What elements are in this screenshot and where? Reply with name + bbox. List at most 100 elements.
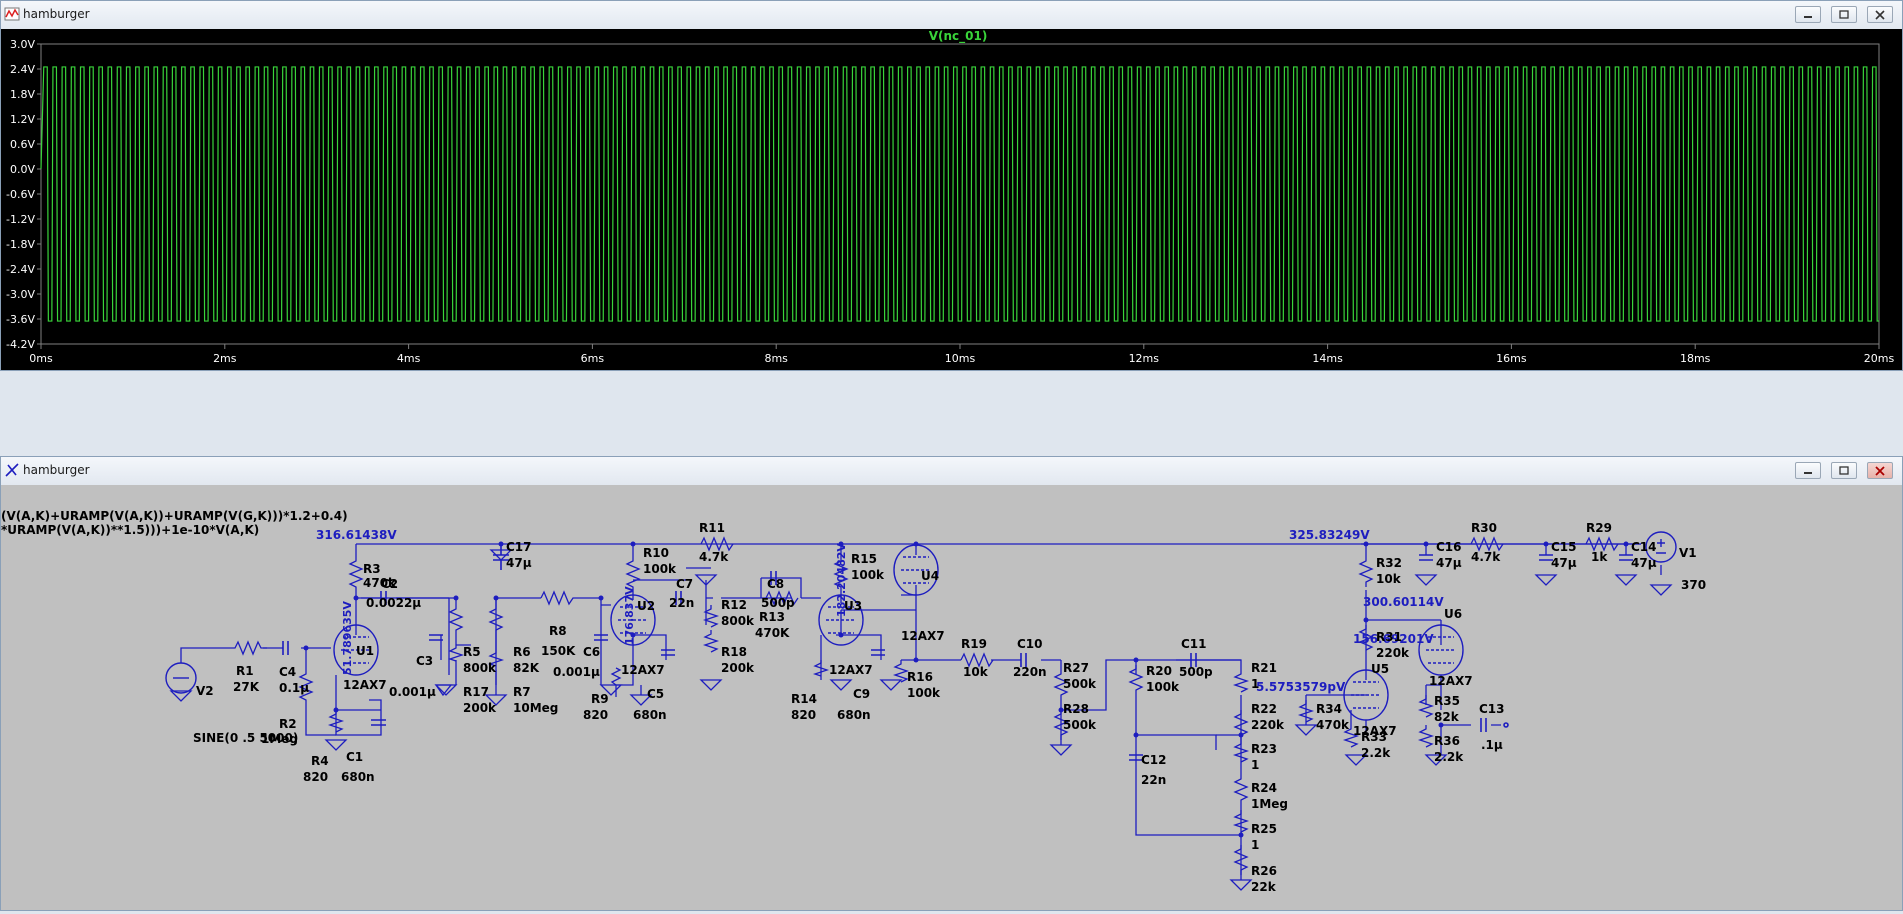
component-label-r4v[interactable]: 820 <box>303 770 328 784</box>
component-label-c4[interactable]: C4 <box>279 665 296 679</box>
component-label-c5[interactable]: C5 <box>647 687 664 701</box>
component-label-r28[interactable]: R28 <box>1063 702 1089 716</box>
component-label-c9v[interactable]: 680n <box>837 708 871 722</box>
component-label-c15v[interactable]: 47µ <box>1551 556 1577 570</box>
component-label-r33v[interactable]: 2.2k <box>1361 746 1391 760</box>
component-label-v2[interactable]: V2 <box>196 684 214 698</box>
component-label-r32v[interactable]: 10k <box>1376 572 1402 586</box>
component-label-r35v[interactable]: 82k <box>1434 710 1460 724</box>
schematic-titlebar[interactable]: hamburger <box>1 457 1902 486</box>
component-label-r14[interactable]: R14 <box>791 692 817 706</box>
component-label-r18v[interactable]: 200k <box>721 661 755 675</box>
component-label-r16[interactable]: R16 <box>907 670 933 684</box>
component-label-u4[interactable]: U4 <box>921 569 939 583</box>
component-label-c9[interactable]: C9 <box>853 687 870 701</box>
component-label-r7[interactable]: R7 <box>513 685 531 699</box>
component-label-r23[interactable]: R23 <box>1251 742 1277 756</box>
component-label-c13[interactable]: C13 <box>1479 702 1505 716</box>
component-label-c10v[interactable]: 220n <box>1013 665 1047 679</box>
component-label-v1v[interactable]: 370 <box>1681 578 1706 592</box>
component-label-r36[interactable]: R36 <box>1434 734 1460 748</box>
component-label-c2v[interactable]: 0.0022µ <box>366 596 421 610</box>
component-label-c13v[interactable]: .1µ <box>1481 738 1503 752</box>
component-label-r8[interactable]: R8 <box>549 624 567 638</box>
component-label-c16v[interactable]: 47µ <box>1436 556 1462 570</box>
component-label-r21[interactable]: R21 <box>1251 661 1277 675</box>
component-label-r10[interactable]: R10 <box>643 546 669 560</box>
component-label-c12v[interactable]: 22n <box>1141 773 1166 787</box>
component-label-r1v[interactable]: 27K <box>233 680 260 694</box>
component-label-c14[interactable]: C14 <box>1631 540 1657 554</box>
component-label-r27[interactable]: R27 <box>1063 661 1089 675</box>
component-label-r24[interactable]: R24 <box>1251 781 1277 795</box>
component-label-r14v[interactable]: 820 <box>791 708 816 722</box>
component-label-r3[interactable]: R3 <box>363 562 381 576</box>
component-label-r15v[interactable]: 100k <box>851 568 885 582</box>
plot-titlebar[interactable]: hamburger <box>1 1 1902 30</box>
trace-label[interactable]: V(nc_01) <box>929 29 988 44</box>
component-label-c1[interactable]: C1 <box>346 750 363 764</box>
component-label-c7v[interactable]: 22n <box>669 596 694 610</box>
component-label-r30v[interactable]: 4.7k <box>1471 550 1501 564</box>
component-label-r13v[interactable]: 470K <box>755 626 790 640</box>
component-label-r6[interactable]: R6 <box>513 645 531 659</box>
behavioral-directive-line2[interactable]: *URAMP(V(A,K))**1.5)))+1e-10*V(A,K) <box>1 523 259 537</box>
component-label-c3v[interactable]: 0.001µ <box>389 685 436 699</box>
component-label-r30[interactable]: R30 <box>1471 521 1497 535</box>
component-label-r18[interactable]: R18 <box>721 645 747 659</box>
component-label-r29v[interactable]: 1k <box>1591 550 1608 564</box>
component-label-c3[interactable]: C3 <box>416 654 433 668</box>
component-label-r8v[interactable]: 150K <box>541 644 576 658</box>
schematic-close-button[interactable] <box>1867 462 1893 479</box>
component-label-c14v[interactable]: 47µ <box>1631 556 1657 570</box>
component-label-u1[interactable]: U1 <box>356 644 374 658</box>
component-label-c12[interactable]: C12 <box>1141 753 1167 767</box>
component-label-c5v[interactable]: 680n <box>633 708 667 722</box>
component-label-c17v[interactable]: 47µ <box>506 556 532 570</box>
component-label-r27v[interactable]: 500k <box>1063 677 1097 691</box>
component-label-r33[interactable]: R33 <box>1361 730 1387 744</box>
close-button[interactable] <box>1867 6 1893 23</box>
component-label-c15[interactable]: C15 <box>1551 540 1577 554</box>
component-label-c1v[interactable]: 680n <box>341 770 375 784</box>
component-label-r34[interactable]: R34 <box>1316 702 1342 716</box>
component-label-c8[interactable]: C8 <box>767 577 784 591</box>
component-label-r5[interactable]: R5 <box>463 645 481 659</box>
component-label-c6v[interactable]: 0.001µ <box>553 665 600 679</box>
component-label-r9v[interactable]: 820 <box>583 708 608 722</box>
component-label-r32[interactable]: R32 <box>1376 556 1402 570</box>
component-label-c4v[interactable]: 0.1µ <box>279 681 309 695</box>
component-label-r31v[interactable]: 220k <box>1376 646 1410 660</box>
waveform-plot-window[interactable]: hamburger 3.0V 2.4V 1.8V 1.2V 0.6V 0.0V -0.6V -… <box>0 0 1903 371</box>
component-label-u5[interactable]: U5 <box>1371 662 1389 676</box>
component-label-r11v[interactable]: 4.7k <box>699 550 729 564</box>
plot-canvas[interactable]: 3.0V 2.4V 1.8V 1.2V 0.6V 0.0V -0.6V -1.2V -1.8V -… <box>1 29 1902 370</box>
component-label-c11v[interactable]: 500p <box>1179 665 1213 679</box>
component-label-r26[interactable]: R26 <box>1251 864 1277 878</box>
component-label-r2[interactable]: R2 <box>279 717 297 731</box>
component-label-u4v[interactable]: 12AX7 <box>901 629 945 643</box>
component-label-u3v[interactable]: 12AX7 <box>829 663 873 677</box>
component-label-r22[interactable]: R22 <box>1251 702 1277 716</box>
component-label-r34v[interactable]: 470k <box>1316 718 1350 732</box>
restore-button[interactable] <box>1831 6 1857 23</box>
schematic-minimize-button[interactable] <box>1795 462 1821 479</box>
component-label-r29[interactable]: R29 <box>1586 521 1612 535</box>
schematic-restore-button[interactable] <box>1831 462 1857 479</box>
trace-v-nc-01[interactable] <box>40 66 1879 322</box>
component-label-r15[interactable]: R15 <box>851 552 877 566</box>
component-label-r36v[interactable]: 2.2k <box>1434 750 1464 764</box>
component-label-r9[interactable]: R9 <box>591 692 609 706</box>
component-label-c10[interactable]: C10 <box>1017 637 1043 651</box>
component-label-r12v[interactable]: 800k <box>721 614 755 628</box>
component-label-r4[interactable]: R4 <box>311 754 329 768</box>
component-label-r20[interactable]: R20 <box>1146 664 1172 678</box>
waveform-plot[interactable]: 3.0V 2.4V 1.8V 1.2V 0.6V 0.0V -0.6V -1.2V -1.8V -… <box>1 29 1902 370</box>
component-label-r35[interactable]: R35 <box>1434 694 1460 708</box>
component-label-c7[interactable]: C7 <box>676 577 693 591</box>
component-label-r1[interactable]: R1 <box>236 664 254 678</box>
component-label-c8v[interactable]: 500p <box>761 596 795 610</box>
behavioral-directive-line1[interactable]: (V(A,K)+URAMP(V(A,K))+URAMP(V(G,K)))*1.2… <box>1 509 348 523</box>
component-label-u2v[interactable]: 12AX7 <box>621 663 665 677</box>
component-label-c6[interactable]: C6 <box>583 645 600 659</box>
